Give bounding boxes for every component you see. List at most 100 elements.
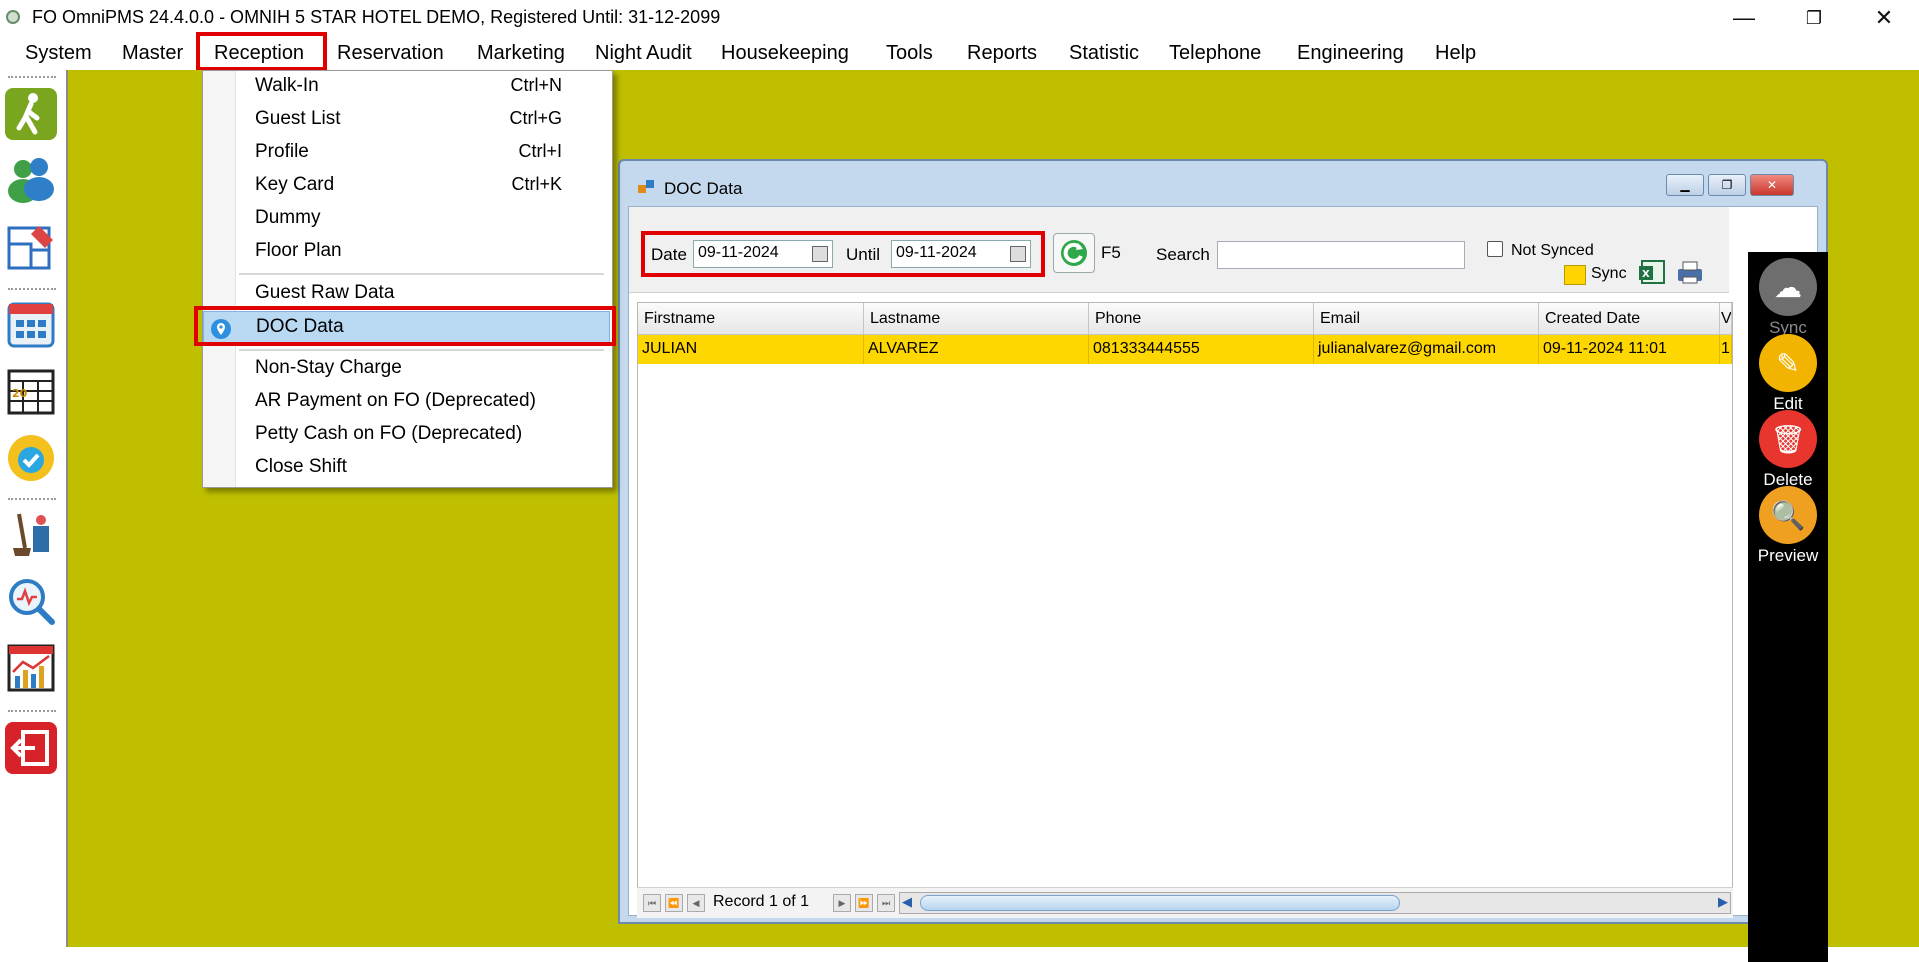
menu-item-shortcut: Ctrl+K [511,174,562,194]
table-cell-lastname[interactable]: ALVAREZ [864,335,1089,364]
menu-statistic[interactable]: Statistic [1069,42,1139,65]
statistics-chart-icon[interactable] [5,642,57,694]
close-button[interactable]: ✕ [1849,0,1919,36]
delete-action[interactable]: 🗑 Delete [1756,410,1820,490]
minimize-button[interactable]: — [1709,0,1779,36]
menu-item-floor-plan[interactable]: Floor Plan [203,236,610,269]
refresh-shortcut-label: F5 [1101,243,1121,262]
column-header-truncated[interactable]: V [1720,303,1732,335]
calendar-icon[interactable] [1010,246,1026,262]
menu-item-shortcut: Ctrl+G [509,108,562,128]
first-record-button[interactable]: ⏮ [643,894,661,912]
calendar-grid-icon[interactable] [5,298,57,350]
search-input[interactable] [1217,241,1465,269]
column-header-phone[interactable]: Phone [1089,303,1314,335]
menu-tools[interactable]: Tools [886,42,933,65]
menu-item-profile[interactable]: Profile Ctrl+I [203,137,610,170]
menu-item-guest-list[interactable]: Guest List Ctrl+G [203,104,610,137]
doc-window-content: Date 09-11-2024 Until 09-11-2024 F5 Sear… [628,206,1828,962]
title-bar: FO OmniPMS 24.4.0.0 - OMNIH 5 STAR HOTEL… [0,0,1919,36]
print-icon[interactable] [1675,259,1705,285]
menu-reports[interactable]: Reports [967,42,1037,65]
table-cell-truncated[interactable]: 1 [1720,335,1732,364]
record-counter: Record 1 of 1 [713,893,810,910]
action-panel: ☁ Sync ✎ Edit 🗑 Delete 🔍 Preview [1748,252,1828,962]
toolbar-separator [8,710,56,712]
column-header-lastname[interactable]: Lastname [864,303,1089,335]
maximize-button[interactable]: ❐ [1779,0,1849,36]
menu-night-audit[interactable]: Night Audit [595,42,692,65]
menu-master[interactable]: Master [122,42,183,65]
next-record-button[interactable]: ▶ [833,894,851,912]
menu-system[interactable]: System [25,42,92,65]
table-cell-email[interactable]: julianalvarez@gmail.com [1314,335,1539,364]
search-analytics-icon[interactable] [5,575,57,627]
menu-separator [239,349,604,351]
menu-item-label: Non-Stay Charge [255,357,402,378]
table-cell-phone[interactable]: 081333444555 [1089,335,1314,364]
doc-window-title: DOC Data [664,179,743,198]
date-until-picker[interactable]: 09-11-2024 [891,240,1031,268]
scroll-right-arrow-icon[interactable]: ▶ [1718,894,1728,910]
menu-item-close-shift[interactable]: Close Shift [203,452,610,485]
guest-list-icon[interactable] [5,153,57,205]
menu-help[interactable]: Help [1435,42,1476,65]
table-cell-created-date[interactable]: 09-11-2024 11:01 [1539,335,1720,364]
last-record-button[interactable]: ⏭ [877,894,895,912]
toolbar-separator [8,76,56,78]
menu-engineering[interactable]: Engineering [1297,42,1404,65]
preview-action[interactable]: 🔍 Preview [1756,486,1820,566]
menu-item-key-card[interactable]: Key Card Ctrl+K [203,170,610,203]
scrollbar-thumb[interactable] [920,895,1400,911]
previous-page-button[interactable]: ⏪ [665,894,683,912]
calendar-2023-icon[interactable]: 20 [5,365,57,417]
search-label: Search [1156,245,1210,264]
svg-text:X: X [1642,269,1650,280]
column-header-firstname[interactable]: Firstname [638,303,864,335]
scroll-left-arrow-icon[interactable]: ◀ [902,894,912,910]
horizontal-scrollbar[interactable]: ◀ ▶ [899,892,1731,914]
menu-item-label: Close Shift [255,456,347,477]
menu-item-label: DOC Data [256,316,344,337]
menu-item-label: Guest Raw Data [255,282,395,303]
menu-item-doc-data[interactable]: DOC Data [203,311,610,344]
menu-bar: System Master Reception Reservation Mark… [0,36,1919,71]
menu-item-dummy[interactable]: Dummy [203,203,610,236]
menu-reception[interactable]: Reception [214,42,304,65]
sync-action[interactable]: ☁ Sync [1756,258,1820,338]
edit-action[interactable]: ✎ Edit [1756,334,1820,414]
menu-item-label: Floor Plan [255,240,342,261]
menu-item-walk-in[interactable]: Walk-In Ctrl+N [203,71,610,104]
menu-housekeeping[interactable]: Housekeeping [721,42,849,65]
housekeeping-icon[interactable] [5,508,57,560]
menu-item-petty-cash[interactable]: Petty Cash on FO (Deprecated) [203,419,610,452]
doc-minimize-button[interactable]: ▁ [1666,174,1704,196]
walk-in-icon[interactable] [5,88,57,140]
column-header-email[interactable]: Email [1314,303,1539,335]
doc-close-button[interactable]: ✕ [1750,174,1794,196]
not-synced-checkbox[interactable] [1487,241,1503,257]
doc-restore-button[interactable]: ❐ [1708,174,1746,196]
menu-marketing[interactable]: Marketing [477,42,565,65]
previous-record-button[interactable]: ◀ [687,894,705,912]
calendar-icon[interactable] [812,246,828,262]
date-from-picker[interactable]: 09-11-2024 [693,240,833,268]
menu-item-ar-payment[interactable]: AR Payment on FO (Deprecated) [203,386,610,419]
menu-separator [239,273,604,275]
menu-item-label: Guest List [255,108,341,129]
floor-plan-icon[interactable] [5,220,57,272]
column-header-created-date[interactable]: Created Date [1539,303,1720,335]
refresh-button[interactable] [1053,233,1095,273]
table-cell-firstname[interactable]: JULIAN [638,335,864,364]
menu-reservation[interactable]: Reservation [337,42,444,65]
excel-export-icon[interactable]: X [1639,257,1669,287]
preview-magnifier-icon: 🔍 [1759,486,1817,544]
toolbar-separator [8,498,56,500]
menu-item-non-stay-charge[interactable]: Non-Stay Charge [203,353,610,386]
menu-item-guest-raw-data[interactable]: Guest Raw Data [203,278,610,311]
doc-data-grid[interactable]: Firstname Lastname Phone Email Created D… [637,302,1733,902]
available-badge-icon[interactable] [5,432,57,484]
next-page-button[interactable]: ⏩ [855,894,873,912]
exit-icon[interactable] [5,722,57,774]
menu-telephone[interactable]: Telephone [1169,42,1261,65]
